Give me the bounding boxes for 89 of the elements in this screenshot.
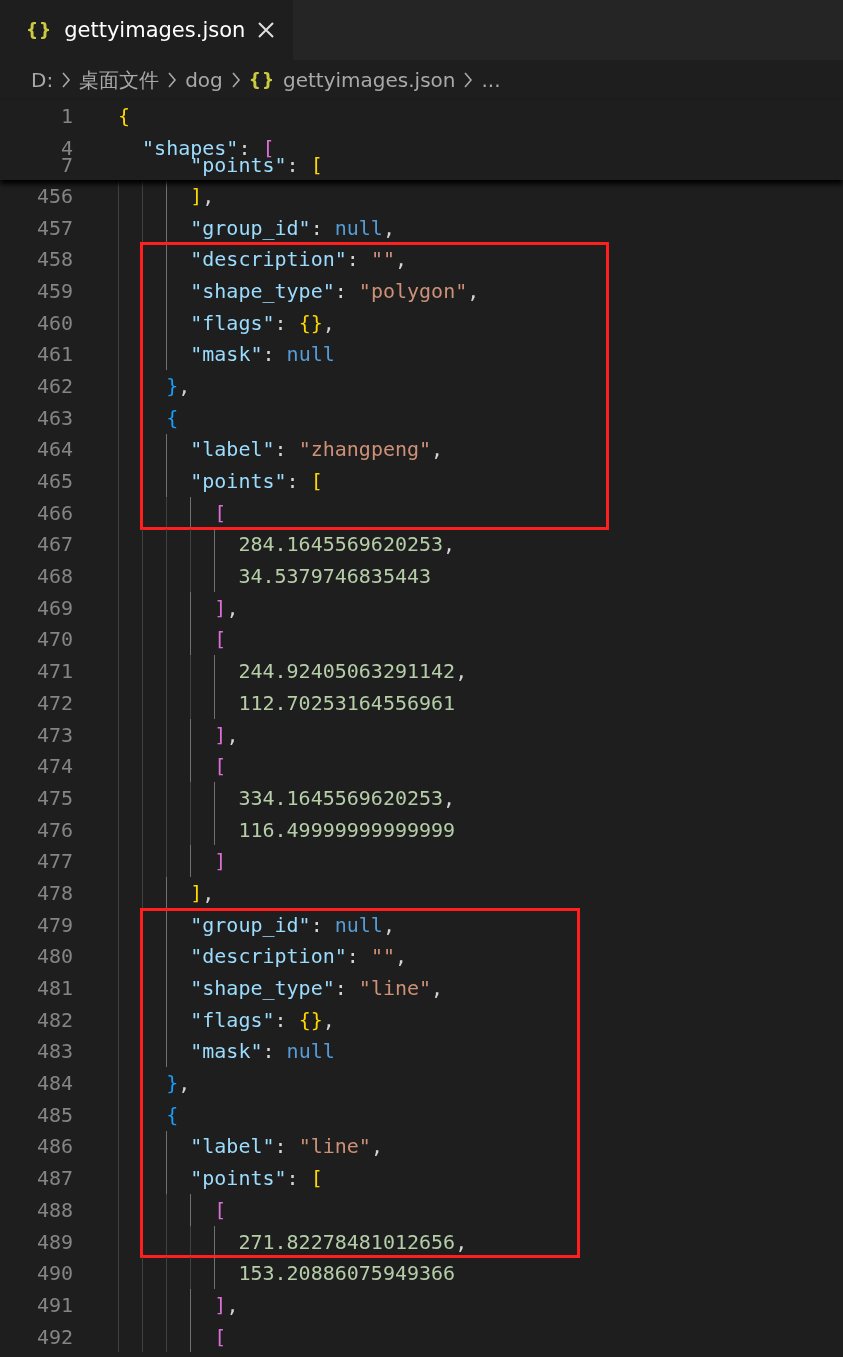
breadcrumb-item[interactable]: gettyimages.json (283, 68, 456, 92)
line-number: 488 (35, 1197, 73, 1222)
code-line: "shape_type": "polygon", (189, 278, 480, 303)
code-line: "shape_type": "line", (189, 976, 444, 1001)
code-line: 34.5379746835443 (237, 564, 432, 589)
line-number: 476 (35, 817, 73, 842)
line-number: 491 (35, 1292, 73, 1317)
code-line: ], (213, 595, 239, 620)
breadcrumb-item[interactable]: dog (185, 68, 223, 92)
line-number: 480 (35, 944, 73, 969)
code-line: ] (213, 849, 227, 874)
code-line: { (165, 405, 179, 430)
line-number: 471 (35, 659, 73, 684)
line-number: 467 (35, 532, 73, 557)
line-number: 459 (35, 278, 73, 303)
code-line: "group_id": null, (189, 215, 395, 240)
code-line: "label": "line", (189, 1134, 383, 1159)
code-line: "label": "zhangpeng", (189, 437, 444, 462)
line-number: 486 (35, 1134, 73, 1159)
code-line: { (165, 1102, 179, 1127)
code-line: "description": "", (189, 944, 407, 969)
code-line: ], (189, 880, 215, 905)
code-line: "mask": null (189, 1039, 335, 1064)
code-line: 284.1645569620253, (237, 532, 456, 557)
code-line: "points": [ (189, 1166, 323, 1191)
line-number: 472 (35, 690, 73, 715)
line-number: 456 (35, 183, 73, 208)
line-number: 483 (35, 1039, 73, 1064)
line-number: 490 (35, 1261, 73, 1286)
line-number: 474 (35, 754, 73, 779)
line-number: 492 (35, 1324, 73, 1349)
code-line: "description": "", (189, 247, 407, 272)
code-line: { (118, 103, 131, 128)
line-number: 1 (59, 103, 73, 128)
close-icon[interactable] (257, 21, 276, 39)
code-line: "group_id": null, (189, 912, 395, 937)
line-number: 463 (35, 405, 73, 430)
line-number: 464 (35, 437, 73, 462)
code-line: [ (213, 1324, 227, 1349)
code-line: 153.20886075949366 (237, 1261, 456, 1286)
line-number: 487 (35, 1166, 73, 1191)
code-line: ], (213, 722, 239, 747)
code-line: "mask": null (189, 342, 335, 367)
code-line: ], (213, 1292, 239, 1317)
line-number: 466 (35, 500, 73, 525)
code-line: "flags": {}, (189, 1007, 335, 1032)
line-number: 478 (35, 880, 73, 905)
line-number: 461 (35, 342, 73, 367)
line-number: 489 (35, 1229, 73, 1254)
line-number: 484 (35, 1071, 73, 1096)
breadcrumb-item[interactable]: ... (481, 68, 501, 92)
code-line: 271.82278481012656, (237, 1229, 468, 1254)
code-line: 244.92405063291142, (237, 659, 468, 684)
editor-tab[interactable]: {} gettyimages.json (0, 0, 294, 60)
line-number: 469 (35, 595, 73, 620)
line-number: 479 (35, 912, 73, 937)
code-line: 116.49999999999999 (237, 817, 456, 842)
line-number: 458 (35, 247, 73, 272)
line-number: 462 (35, 373, 73, 398)
line-number: 482 (35, 1007, 73, 1032)
code-line: 112.70253164556961 (237, 690, 456, 715)
chevron-icon (61, 71, 72, 89)
code-line: [ (213, 754, 227, 779)
code-line: }, (165, 373, 191, 398)
chevron-icon (463, 71, 474, 89)
line-number: 485 (35, 1102, 73, 1127)
chevron-icon (230, 71, 241, 89)
line-number: 473 (35, 722, 73, 747)
line-number: 481 (35, 976, 73, 1001)
line-number: 475 (35, 785, 73, 810)
breadcrumb-item[interactable]: 桌面文件 (79, 66, 160, 94)
code-line: "points": [ (189, 469, 323, 494)
code-line: [ (213, 627, 227, 652)
chevron-icon (167, 71, 178, 89)
code-line: [ (213, 1197, 227, 1222)
breadcrumb-item[interactable]: D: (31, 68, 54, 92)
line-number: 468 (35, 564, 73, 589)
line-number: 460 (35, 310, 73, 335)
code-line: 334.1645569620253, (237, 785, 456, 810)
code-line: [ (213, 500, 227, 525)
code-line: "flags": {}, (189, 310, 335, 335)
json-icon: {} (248, 70, 275, 90)
line-number: 465 (35, 469, 73, 494)
line-number: 477 (35, 849, 73, 874)
line-number: 457 (35, 215, 73, 240)
code-line: }, (165, 1071, 191, 1096)
code-line: ], (189, 183, 215, 208)
json-icon: {} (26, 20, 53, 40)
line-number: 470 (35, 627, 73, 652)
